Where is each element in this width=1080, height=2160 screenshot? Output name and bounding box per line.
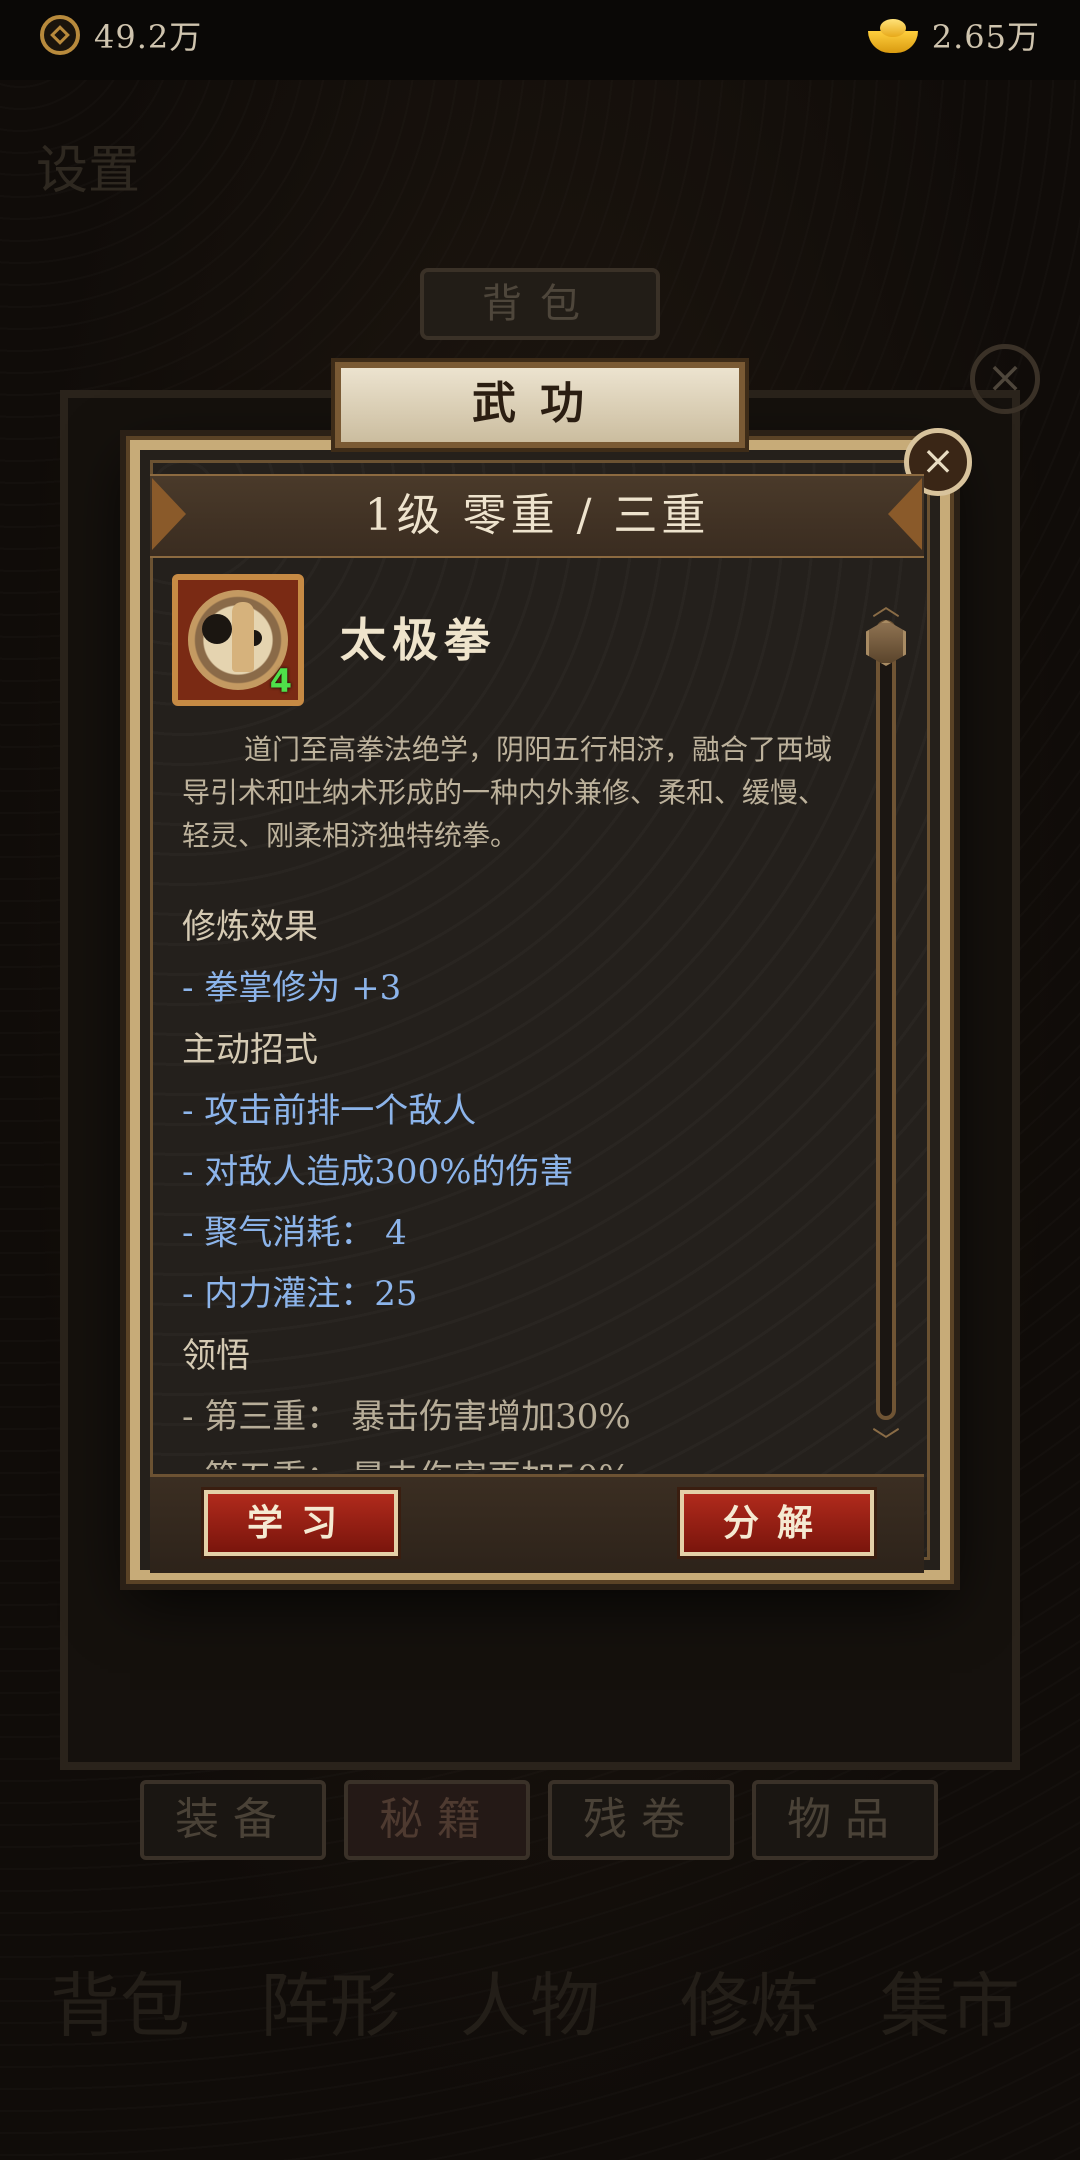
nav-training: 修炼 — [680, 1965, 820, 2047]
decompose-button[interactable]: 分解 — [680, 1490, 874, 1556]
nav-market: 集市 — [880, 1965, 1020, 2047]
banner-left-ornament — [152, 478, 186, 550]
skill-icon-level: 4 — [269, 662, 292, 700]
nav-bag: 背包 — [50, 1965, 190, 2047]
top-resource-bar: 49.2万 2.65万 — [0, 0, 1080, 80]
skill-sections: 修炼效果 - 拳掌修为 +3 主动招式 - 攻击前排一个敌人 - 对敌人造成30… — [182, 896, 862, 1470]
banner-right-ornament — [888, 478, 922, 550]
palm-icon — [232, 602, 254, 672]
close-icon: × — [921, 438, 955, 484]
nav-formation: 阵形 — [260, 1965, 400, 2047]
bottom-tab-manuals: 秘籍 — [344, 1780, 530, 1860]
scroll-down-icon[interactable]: ﹀ — [870, 1428, 902, 1456]
copper-coin-counter: 49.2万 — [40, 12, 202, 58]
taiji-fist-skill-icon: 4 — [172, 574, 304, 706]
copper-coin-value: 49.2万 — [94, 18, 203, 56]
bottom-tab-items: 物品 — [752, 1780, 938, 1860]
active-move-line: - 对敌人造成300%的伤害 — [182, 1152, 574, 1192]
bottom-tab-fragments: 残卷 — [548, 1780, 734, 1860]
comprehend-title: 领悟 — [182, 1336, 250, 1376]
train-effect-line: - 拳掌修为 +3 — [182, 968, 402, 1008]
scrollbar-track[interactable] — [876, 620, 896, 1420]
comprehend-line: - 第三重： 暴击伤害增加30% — [182, 1397, 631, 1437]
active-move-title: 主动招式 — [182, 1030, 318, 1070]
dialog-tab-title: 武功 — [335, 362, 745, 448]
skill-sections-viewport: 修炼效果 - 拳掌修为 +3 主动招式 - 攻击前排一个敌人 - 对敌人造成30… — [150, 896, 870, 1470]
level-banner: 1级 零重 / 三重 — [150, 474, 924, 558]
scroll-up-icon[interactable]: ︿ — [870, 592, 902, 620]
taiji-yin-dot — [202, 614, 232, 644]
active-move-line: - 攻击前排一个敌人 — [182, 1091, 477, 1131]
gold-ingot-value: 2.65万 — [931, 18, 1040, 56]
bag-tab: 背包 — [420, 268, 660, 340]
skill-description: 道门至高拳法绝学，阴阳五行相济，融合了西域导引术和吐纳术形成的一种内外兼修、柔和… — [182, 733, 833, 852]
learn-button[interactable]: 学习 — [204, 1490, 398, 1556]
train-effect-title: 修炼效果 — [182, 907, 318, 947]
gold-ingot-icon — [867, 17, 918, 53]
active-move-line: - 聚气消耗： 4 — [182, 1213, 407, 1253]
active-move-line: - 内力灌注：25 — [182, 1274, 418, 1314]
comprehend-line: - 第五重： 暴击伤害再加50% — [182, 1448, 862, 1470]
bottom-tab-equipment: 装备 — [140, 1780, 326, 1860]
bag-close-icon: × — [970, 344, 1040, 414]
nav-character: 人物 — [460, 1965, 600, 2047]
skill-name: 太极拳 — [340, 613, 496, 667]
settings-label: 设置 — [36, 141, 141, 201]
gold-ingot-counter: 2.65万 — [867, 12, 1040, 58]
copper-coin-icon — [40, 15, 80, 55]
